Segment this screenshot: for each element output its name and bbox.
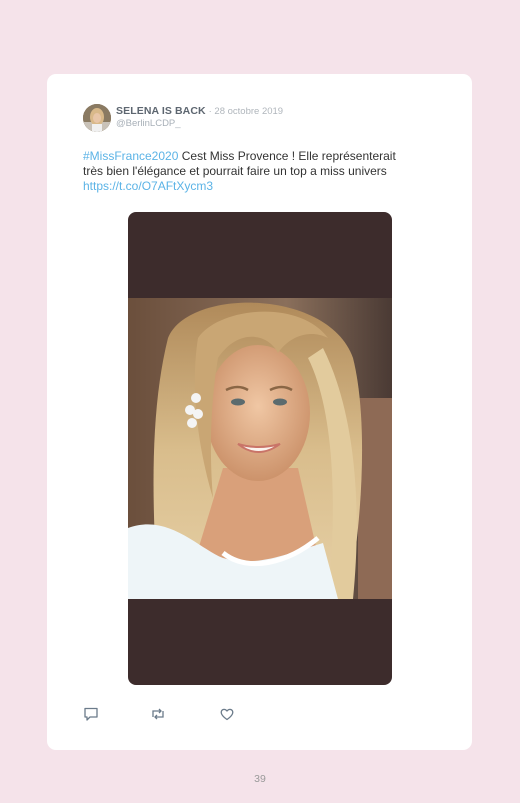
tweet-url-link[interactable]: https://t.co/O7AFtXycm3 <box>83 179 213 193</box>
comment-icon <box>84 707 98 721</box>
reply-button[interactable] <box>83 706 99 722</box>
hashtag-link[interactable]: #MissFrance2020 <box>83 149 178 163</box>
author-name[interactable]: SELENA IS BACK <box>116 105 206 117</box>
tweet-media[interactable] <box>128 212 392 685</box>
tweet-card: SELENA IS BACK · 28 octobre 2019 @Berlin… <box>47 74 472 750</box>
tweet-date[interactable]: · 28 octobre 2019 <box>209 106 283 117</box>
author-handle[interactable]: @BerlinLCDP_ <box>116 118 181 130</box>
avatar-image <box>83 104 111 132</box>
retweet-icon <box>152 708 164 720</box>
tweet-text: #MissFrance2020 Cest Miss Provence ! Ell… <box>83 149 443 194</box>
tweet-text-line1: Cest Miss Provence ! Elle représenterait <box>178 149 396 163</box>
like-button[interactable] <box>219 706 235 722</box>
avatar[interactable] <box>83 104 111 132</box>
tweet-author: SELENA IS BACK · 28 octobre 2019 <box>116 105 283 118</box>
page-number: 39 <box>254 773 266 785</box>
tweet-text-line2: très bien l'élégance et pourrait faire u… <box>83 164 387 178</box>
retweet-button[interactable] <box>150 706 166 722</box>
photo-icon <box>128 298 392 599</box>
heart-icon <box>220 708 234 721</box>
